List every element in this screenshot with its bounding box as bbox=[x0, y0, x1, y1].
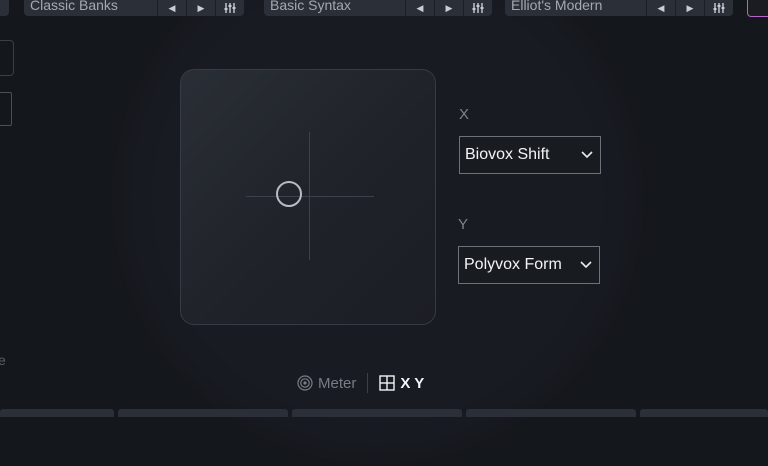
xy-view-label: X Y bbox=[400, 374, 425, 392]
triangle-right-icon: ▶ bbox=[686, 2, 694, 13]
preset-selector-1: Classic Banks ◀ ▶ bbox=[24, 0, 244, 16]
x-parameter-value: Biovox Shift bbox=[465, 146, 550, 163]
preset-selector-2: Basic Syntax ◀ ▶ bbox=[264, 0, 492, 16]
prev-preset-button-1[interactable]: ◀ bbox=[158, 0, 187, 16]
preset-name-3[interactable]: Elliot's Modern bbox=[505, 0, 647, 16]
mixer-button-2[interactable] bbox=[464, 0, 492, 16]
meter-view-button[interactable]: Meter bbox=[297, 375, 356, 392]
preset-name-1[interactable]: Classic Banks bbox=[24, 0, 158, 16]
mixer-button-1[interactable] bbox=[216, 0, 244, 16]
xy-pad[interactable] bbox=[180, 69, 436, 325]
triangle-left-icon: ◀ bbox=[168, 2, 176, 13]
triangle-left-icon: ◀ bbox=[416, 2, 424, 13]
view-toggle-divider bbox=[367, 373, 369, 393]
preset-name-2[interactable]: Basic Syntax bbox=[264, 0, 406, 16]
sliders-icon bbox=[224, 3, 236, 13]
bottom-tab-row bbox=[0, 409, 768, 417]
prev-preset-button-3[interactable]: ◀ bbox=[647, 0, 676, 16]
prev-preset-button-2[interactable]: ◀ bbox=[406, 0, 435, 16]
sliders-icon bbox=[472, 3, 484, 13]
x-axis-label: X bbox=[459, 106, 470, 123]
sliders-icon bbox=[713, 3, 725, 13]
xy-view-button[interactable]: X Y bbox=[379, 375, 424, 392]
left-partial-text: e bbox=[0, 352, 6, 368]
triangle-left-icon: ◀ bbox=[657, 2, 665, 13]
crosshair-vertical bbox=[309, 132, 310, 260]
mixer-button-3[interactable] bbox=[705, 0, 733, 16]
chevron-down-icon bbox=[581, 151, 593, 159]
next-preset-button-2[interactable]: ▶ bbox=[435, 0, 464, 16]
next-preset-button-1[interactable]: ▶ bbox=[187, 0, 216, 16]
xy-pad-handle[interactable] bbox=[276, 181, 302, 207]
triangle-right-icon: ▶ bbox=[197, 2, 205, 13]
left-panel-fragment bbox=[0, 40, 14, 76]
y-parameter-dropdown[interactable]: Polyvox Form bbox=[458, 246, 600, 284]
crosshair-horizontal bbox=[246, 196, 374, 197]
y-parameter-value: Polyvox Form bbox=[464, 256, 562, 273]
grid-square-icon bbox=[379, 375, 396, 391]
view-toggle: Meter X Y bbox=[297, 372, 424, 394]
triangle-right-icon: ▶ bbox=[445, 2, 453, 13]
next-preset-button-3[interactable]: ▶ bbox=[676, 0, 705, 16]
left-control-fragment[interactable] bbox=[0, 92, 12, 126]
meter-view-label: Meter bbox=[318, 374, 357, 392]
highlighted-preset-stub[interactable] bbox=[747, 0, 768, 17]
x-parameter-dropdown[interactable]: Biovox Shift bbox=[459, 136, 601, 174]
chevron-down-icon bbox=[580, 261, 592, 269]
left-preset-stub[interactable] bbox=[0, 0, 9, 16]
preset-selector-3: Elliot's Modern ◀ ▶ bbox=[505, 0, 733, 16]
concentric-circles-icon bbox=[297, 375, 313, 391]
y-axis-label: Y bbox=[458, 216, 469, 233]
